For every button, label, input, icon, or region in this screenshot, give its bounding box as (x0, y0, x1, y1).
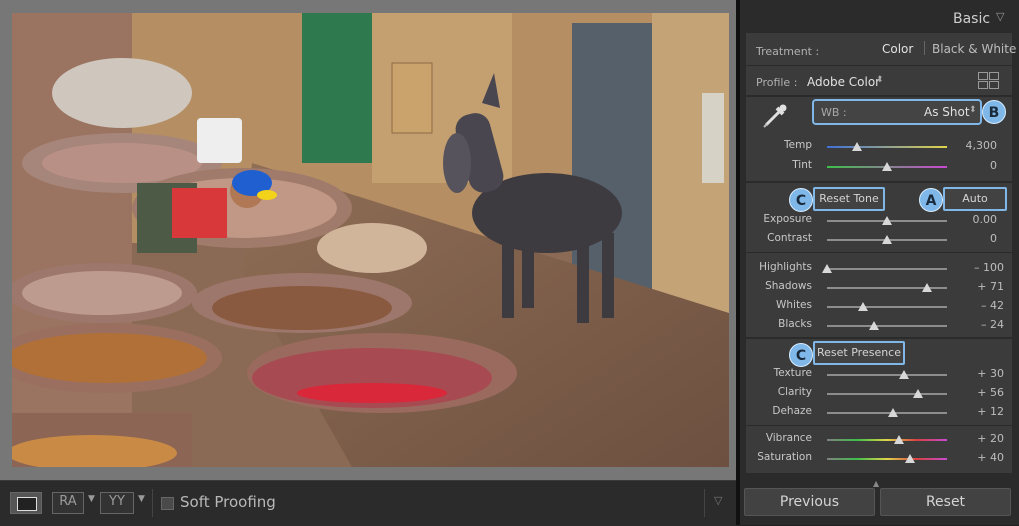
ra-dropdown-arrow-icon[interactable]: ▼ (88, 494, 95, 504)
highlights-value[interactable]: – 100 (954, 261, 1004, 274)
whites-slider-knob[interactable] (858, 302, 868, 311)
develop-right-panel: Basic ▽ Treatment : Color Black & White … (740, 0, 1019, 525)
texture-slider-knob[interactable] (898, 370, 909, 379)
blacks-label: Blacks (778, 318, 812, 330)
soft-proofing-label[interactable]: Soft Proofing (180, 493, 276, 511)
white-balance-section: WB : As Shot ⬍ B Temp 4,300 Tint 0 (746, 97, 1012, 181)
wb-label: WB : (821, 106, 847, 119)
photo-tanneries-donkey[interactable] (12, 13, 729, 467)
profile-label: Profile : (756, 76, 798, 89)
vibrance-slider-track[interactable] (827, 439, 947, 441)
callout-c-presence: C (789, 343, 813, 367)
before-after-ra-button[interactable]: RA (52, 492, 84, 514)
highlights-slider-knob[interactable] (822, 264, 832, 273)
shadows-label: Shadows (765, 280, 812, 292)
vibrance-label: Vibrance (765, 432, 812, 444)
saturation-label: Saturation (757, 451, 812, 463)
texture-label: Texture (773, 367, 812, 379)
dehaze-value[interactable]: + 12 (954, 405, 1004, 418)
shadows-slider-knob[interactable] (921, 283, 932, 292)
reset-button[interactable]: Reset (880, 488, 1011, 516)
blacks-slider-track[interactable] (827, 325, 947, 327)
blacks-slider-knob[interactable] (868, 321, 879, 330)
panel-footer-arrow-icon: ▲ (873, 479, 880, 488)
whites-value[interactable]: – 42 (954, 299, 1004, 312)
exposure-label: Exposure (763, 213, 812, 225)
contrast-value[interactable]: 0 (947, 232, 997, 245)
reset-tone-button[interactable]: Reset Tone (813, 187, 885, 211)
shadows-value[interactable]: + 71 (954, 280, 1004, 293)
wb-dropdown-arrow-icon: ⬍ (969, 105, 977, 115)
clarity-value[interactable]: + 56 (954, 386, 1004, 399)
treatment-color-button[interactable]: Color (882, 42, 913, 56)
callout-b: B (982, 100, 1006, 124)
tint-value[interactable]: 0 (947, 159, 997, 172)
callout-c-tone: C (789, 188, 813, 212)
auto-button[interactable]: Auto (943, 187, 1007, 211)
toolbar-divider (152, 489, 153, 517)
before-after-yy-button[interactable]: YY (100, 492, 134, 514)
exposure-value[interactable]: 0.00 (947, 213, 998, 226)
panel-title[interactable]: Basic (953, 11, 990, 27)
clarity-label: Clarity (777, 386, 812, 398)
tint-slider-knob[interactable] (882, 162, 892, 171)
vibrance-value[interactable]: + 20 (954, 432, 1004, 445)
temp-slider-track[interactable] (827, 146, 947, 148)
highlights-label: Highlights (759, 261, 812, 273)
temp-value[interactable]: 4,300 (947, 139, 998, 152)
toolbar-menu-chevron-icon[interactable]: ▽ (714, 494, 722, 507)
clarity-slider-track[interactable] (827, 393, 947, 395)
clarity-slider-knob[interactable] (913, 389, 924, 398)
treatment-bw-button[interactable]: Black & White (932, 42, 1016, 56)
viewer-toolbar: RA ▼ YY ▼ Soft Proofing ▽ (0, 480, 740, 526)
exposure-slider-knob[interactable] (882, 216, 892, 225)
eyedropper-icon[interactable] (760, 101, 790, 131)
saturation-value[interactable]: + 40 (954, 451, 1004, 464)
saturation-slider-track[interactable] (827, 458, 947, 460)
profile-browser-grid-icon[interactable] (978, 72, 999, 89)
tone-section: C Reset Tone A Auto Exposure 0.00 Contra… (746, 183, 1012, 337)
photo-viewer (0, 0, 740, 480)
temp-slider-knob[interactable] (852, 142, 862, 151)
highlights-slider-track[interactable] (827, 268, 947, 270)
vibrance-slider-knob[interactable] (894, 435, 904, 444)
wb-dropdown[interactable]: WB : As Shot ⬍ (812, 99, 982, 125)
loupe-view-icon (17, 497, 37, 511)
presence-section: C Reset Presence Texture + 30 Clarity + … (746, 339, 1012, 473)
dehaze-slider-knob[interactable] (888, 408, 898, 417)
dehaze-slider-track[interactable] (827, 412, 947, 414)
texture-value[interactable]: + 30 (954, 367, 1004, 380)
treatment-divider (924, 41, 925, 55)
contrast-slider-knob[interactable] (882, 235, 892, 244)
dehaze-label: Dehaze (772, 405, 812, 417)
presence-divider (746, 425, 1012, 426)
panel-collapse-icon[interactable]: ▽ (996, 10, 1004, 23)
yy-dropdown-arrow-icon[interactable]: ▼ (138, 494, 145, 504)
tone-divider (746, 252, 1012, 253)
blacks-value[interactable]: – 24 (954, 318, 1004, 331)
toolbar-divider-right (704, 489, 705, 517)
callout-a: A (919, 188, 943, 212)
reset-presence-button[interactable]: Reset Presence (813, 341, 905, 365)
photo-illustration (12, 13, 729, 467)
previous-button[interactable]: Previous (744, 488, 875, 516)
wb-value: As Shot (924, 105, 970, 119)
contrast-label: Contrast (767, 232, 812, 244)
treatment-profile-section: Treatment : Color Black & White Profile … (746, 33, 1016, 95)
whites-label: Whites (775, 299, 812, 311)
texture-slider-track[interactable] (827, 374, 947, 376)
profile-dropdown-arrow-icon[interactable]: ⬍ (876, 75, 884, 85)
loupe-view-button[interactable] (10, 492, 42, 514)
whites-slider-track[interactable] (827, 306, 947, 308)
section-divider (746, 65, 1012, 66)
saturation-slider-knob[interactable] (904, 454, 915, 463)
profile-dropdown[interactable]: Adobe Color (807, 75, 880, 89)
treatment-label: Treatment : (756, 45, 820, 58)
soft-proofing-checkbox[interactable] (161, 497, 174, 510)
temp-label: Temp (784, 139, 812, 151)
tint-label: Tint (792, 159, 812, 171)
